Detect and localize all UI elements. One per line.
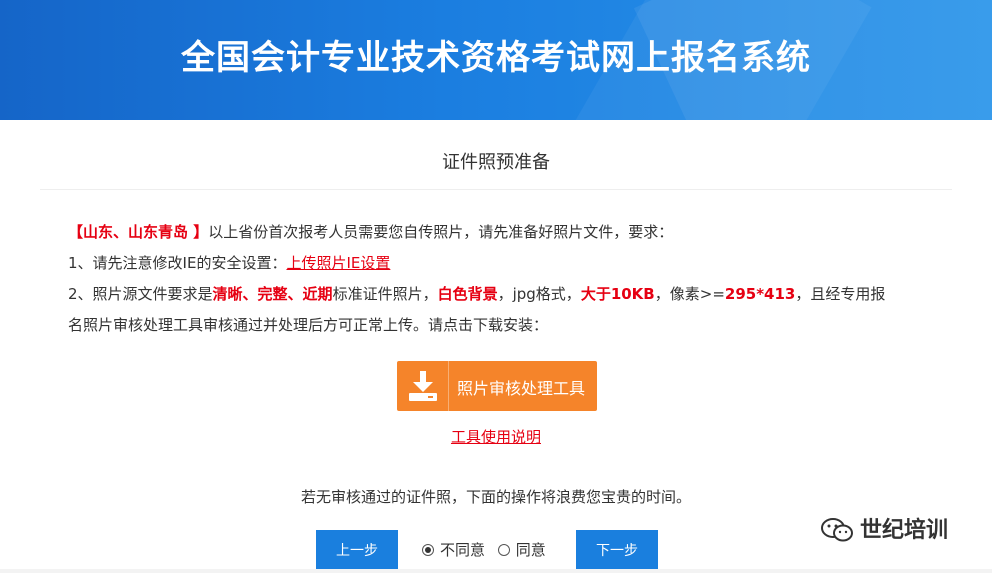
agreement-radio-group: 不同意 同意 [422, 539, 554, 560]
region-label: 【山东、山东青岛 】 [68, 223, 209, 241]
radio-unchecked-icon [497, 544, 510, 556]
download-tool-label: 照片审核处理工具 [457, 379, 586, 398]
page-title: 全国会计专业技术资格考试网上报名系统 [181, 38, 811, 78]
item2-text: 标准证件照片， [332, 285, 438, 303]
divider [40, 189, 952, 190]
radio-label: 同意 [515, 541, 546, 559]
item2-text: ，jpg格式， [497, 285, 581, 303]
item2-highlight: 清晰、完整、近期 [212, 285, 333, 303]
header-banner: 全国会计专业技术资格考试网上报名系统 [0, 0, 992, 120]
item2-highlight: 大于10KB [580, 285, 655, 303]
watermark: 世纪培训 [820, 512, 948, 544]
download-icon-box [397, 361, 449, 411]
item2-text: 名照片审核处理工具审核通过并处理后方可正常上传。请点击下载安装： [68, 316, 549, 334]
help-link-row: 工具使用说明 [0, 426, 992, 447]
prev-step-button[interactable]: 上一步 [316, 530, 398, 573]
next-step-button[interactable]: 下一步 [576, 530, 658, 573]
item2-highlight: 295*413 [724, 285, 796, 303]
notice-line-1: 【山东、山东青岛 】以上省份首次报考人员需要您自传照片，请先准备好照片文件，要求… [68, 217, 928, 248]
item1-text: 1、请先注意修改IE的安全设置： [68, 254, 287, 272]
item2-text: ，像素>= [654, 285, 725, 303]
item2-text: ，且经专用报 [795, 285, 886, 303]
item2-text: 2、照片源文件要求是 [68, 285, 213, 303]
notice-line-2: 1、请先注意修改IE的安全设置：上传照片IE设置 [68, 248, 928, 279]
radio-checked-icon [422, 544, 434, 556]
radio-label: 不同意 [440, 541, 486, 559]
ie-settings-link[interactable]: 上传照片IE设置 [286, 254, 390, 272]
main-card: 证件照预准备 【山东、山东青岛 】以上省份首次报考人员需要您自传照片，请先准备好… [0, 120, 992, 573]
wechat-icon [821, 518, 853, 542]
section-title: 证件照预准备 [442, 152, 550, 173]
warning-text: 若无审核通过的证件照，下面的操作将浪费您宝贵的时间。 [300, 488, 691, 506]
download-tool-button[interactable]: 照片审核处理工具 [397, 361, 597, 411]
bottom-border [0, 569, 992, 573]
watermark-text: 世纪培训 [860, 518, 949, 543]
item2-highlight: 白色背景 [437, 285, 498, 303]
notice-text: 【山东、山东青岛 】以上省份首次报考人员需要您自传照片，请先准备好照片文件，要求… [68, 217, 928, 341]
download-icon [409, 371, 437, 401]
tool-help-link[interactable]: 工具使用说明 [451, 428, 541, 446]
notice-intro: 以上省份首次报考人员需要您自传照片，请先准备好照片文件，要求： [208, 223, 674, 241]
notice-line-3: 2、照片源文件要求是清晰、完整、近期标准证件照片，白色背景，jpg格式，大于10… [68, 279, 928, 310]
radio-agree[interactable]: 同意 [497, 539, 546, 560]
radio-disagree[interactable]: 不同意 [422, 539, 485, 560]
notice-line-4: 名照片审核处理工具审核通过并处理后方可正常上传。请点击下载安装： [68, 310, 928, 341]
